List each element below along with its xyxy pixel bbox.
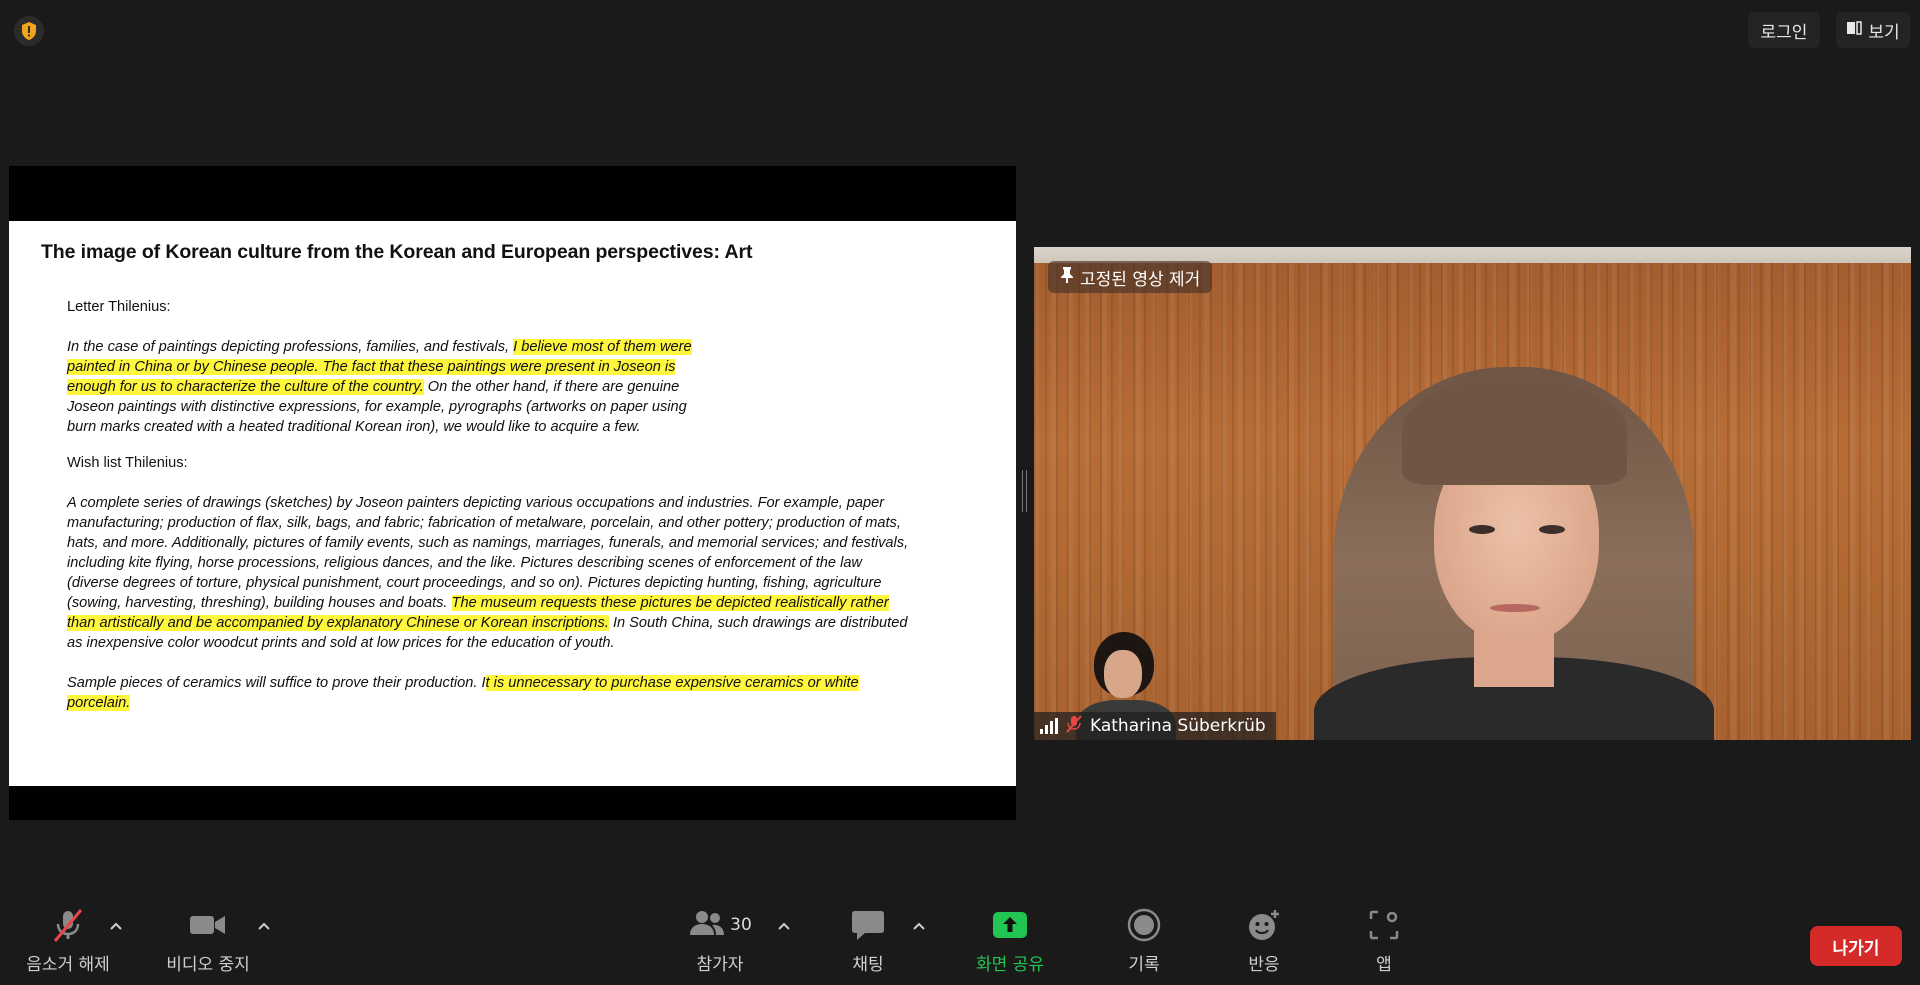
muted-mic-icon: [1066, 714, 1082, 738]
participant-person: [1284, 357, 1744, 740]
participant-name: Katharina Süberkrüb: [1090, 716, 1266, 736]
pinned-video-tile[interactable]: 고정된 영상 제거 Katharina Süberkrüb: [1034, 247, 1911, 740]
chat-label: 채팅: [852, 955, 884, 975]
participants-label: 참가자: [696, 955, 744, 975]
participants-button[interactable]: 30 참가자: [670, 900, 770, 985]
unmute-label: 음소거 해제: [26, 955, 110, 975]
remove-pin-button[interactable]: 고정된 영상 제거: [1048, 261, 1213, 293]
chat-bubble-icon: [851, 900, 885, 950]
paragraph-text: In the case of paintings depicting profe…: [67, 339, 514, 355]
slide-body: Letter Thilenius: In the case of paintin…: [67, 297, 967, 713]
leave-meeting-button[interactable]: 나가기: [1810, 926, 1902, 966]
record-button[interactable]: 기록: [1094, 900, 1194, 985]
presentation-slide: The image of Korean culture from the Kor…: [9, 221, 1016, 786]
letter-paragraph: In the case of paintings depicting profe…: [67, 337, 707, 437]
video-camera-icon: [188, 900, 228, 950]
pin-icon: [1060, 266, 1074, 289]
leave-label: 나가기: [1832, 938, 1880, 959]
share-screen-label: 화면 공유: [976, 955, 1044, 975]
chat-options-caret-icon[interactable]: [911, 918, 927, 934]
security-shield-icon[interactable]: [14, 16, 44, 46]
video-options-caret-icon[interactable]: [256, 918, 272, 934]
record-label: 기록: [1128, 955, 1160, 975]
wish-list-label: Wish list Thilenius:: [67, 455, 188, 471]
view-label: 보기: [1868, 22, 1900, 43]
slide-title: The image of Korean culture from the Kor…: [41, 241, 753, 263]
participants-icon: [688, 909, 726, 941]
paragraph-text: A complete series of drawings (sketches)…: [67, 495, 909, 611]
audio-options-caret-icon[interactable]: [108, 918, 124, 934]
participants-count: 30: [730, 915, 752, 935]
apps-button[interactable]: 앱: [1334, 900, 1434, 985]
share-screen-icon: [992, 900, 1028, 950]
view-button[interactable]: 보기: [1836, 12, 1910, 48]
reactions-label: 반응: [1248, 955, 1280, 975]
login-button[interactable]: 로그인: [1748, 12, 1820, 48]
apps-label: 앱: [1376, 955, 1392, 975]
zoom-meeting-window: 로그인 보기 The image of Korean culture from …: [0, 0, 1920, 985]
meeting-toolbar: 음소거 해제 비디오 중지 30 참가자 채팅 화면 공유 기록 반응 앱: [0, 900, 1920, 985]
participant-name-tag: Katharina Süberkrüb: [1034, 712, 1276, 740]
smiley-reaction-icon: [1246, 900, 1282, 950]
shared-screen: The image of Korean culture from the Kor…: [9, 166, 1016, 820]
paragraph-text: Sample pieces of ceramics will suffice t…: [67, 675, 486, 691]
reactions-button[interactable]: 반응: [1214, 900, 1314, 985]
participants-options-caret-icon[interactable]: [776, 918, 792, 934]
share-screen-button[interactable]: 화면 공유: [960, 900, 1060, 985]
login-label: 로그인: [1760, 22, 1808, 43]
ceramics-paragraph: Sample pieces of ceramics will suffice t…: [67, 673, 912, 713]
stop-video-button[interactable]: 비디오 중지: [158, 900, 258, 985]
remove-pin-label: 고정된 영상 제거: [1080, 269, 1201, 290]
panel-resize-handle[interactable]: [1022, 470, 1027, 512]
connection-signal-icon: [1040, 718, 1058, 734]
apps-icon: [1368, 900, 1400, 950]
muted-microphone-icon: [50, 900, 86, 950]
record-icon: [1127, 900, 1161, 950]
chat-button[interactable]: 채팅: [818, 900, 918, 985]
unmute-button[interactable]: 음소거 해제: [18, 900, 118, 985]
letter-label: Letter Thilenius:: [67, 299, 171, 315]
stop-video-label: 비디오 중지: [166, 955, 250, 975]
wish-list-paragraph: A complete series of drawings (sketches)…: [67, 493, 912, 653]
view-layout-icon: [1846, 20, 1863, 41]
